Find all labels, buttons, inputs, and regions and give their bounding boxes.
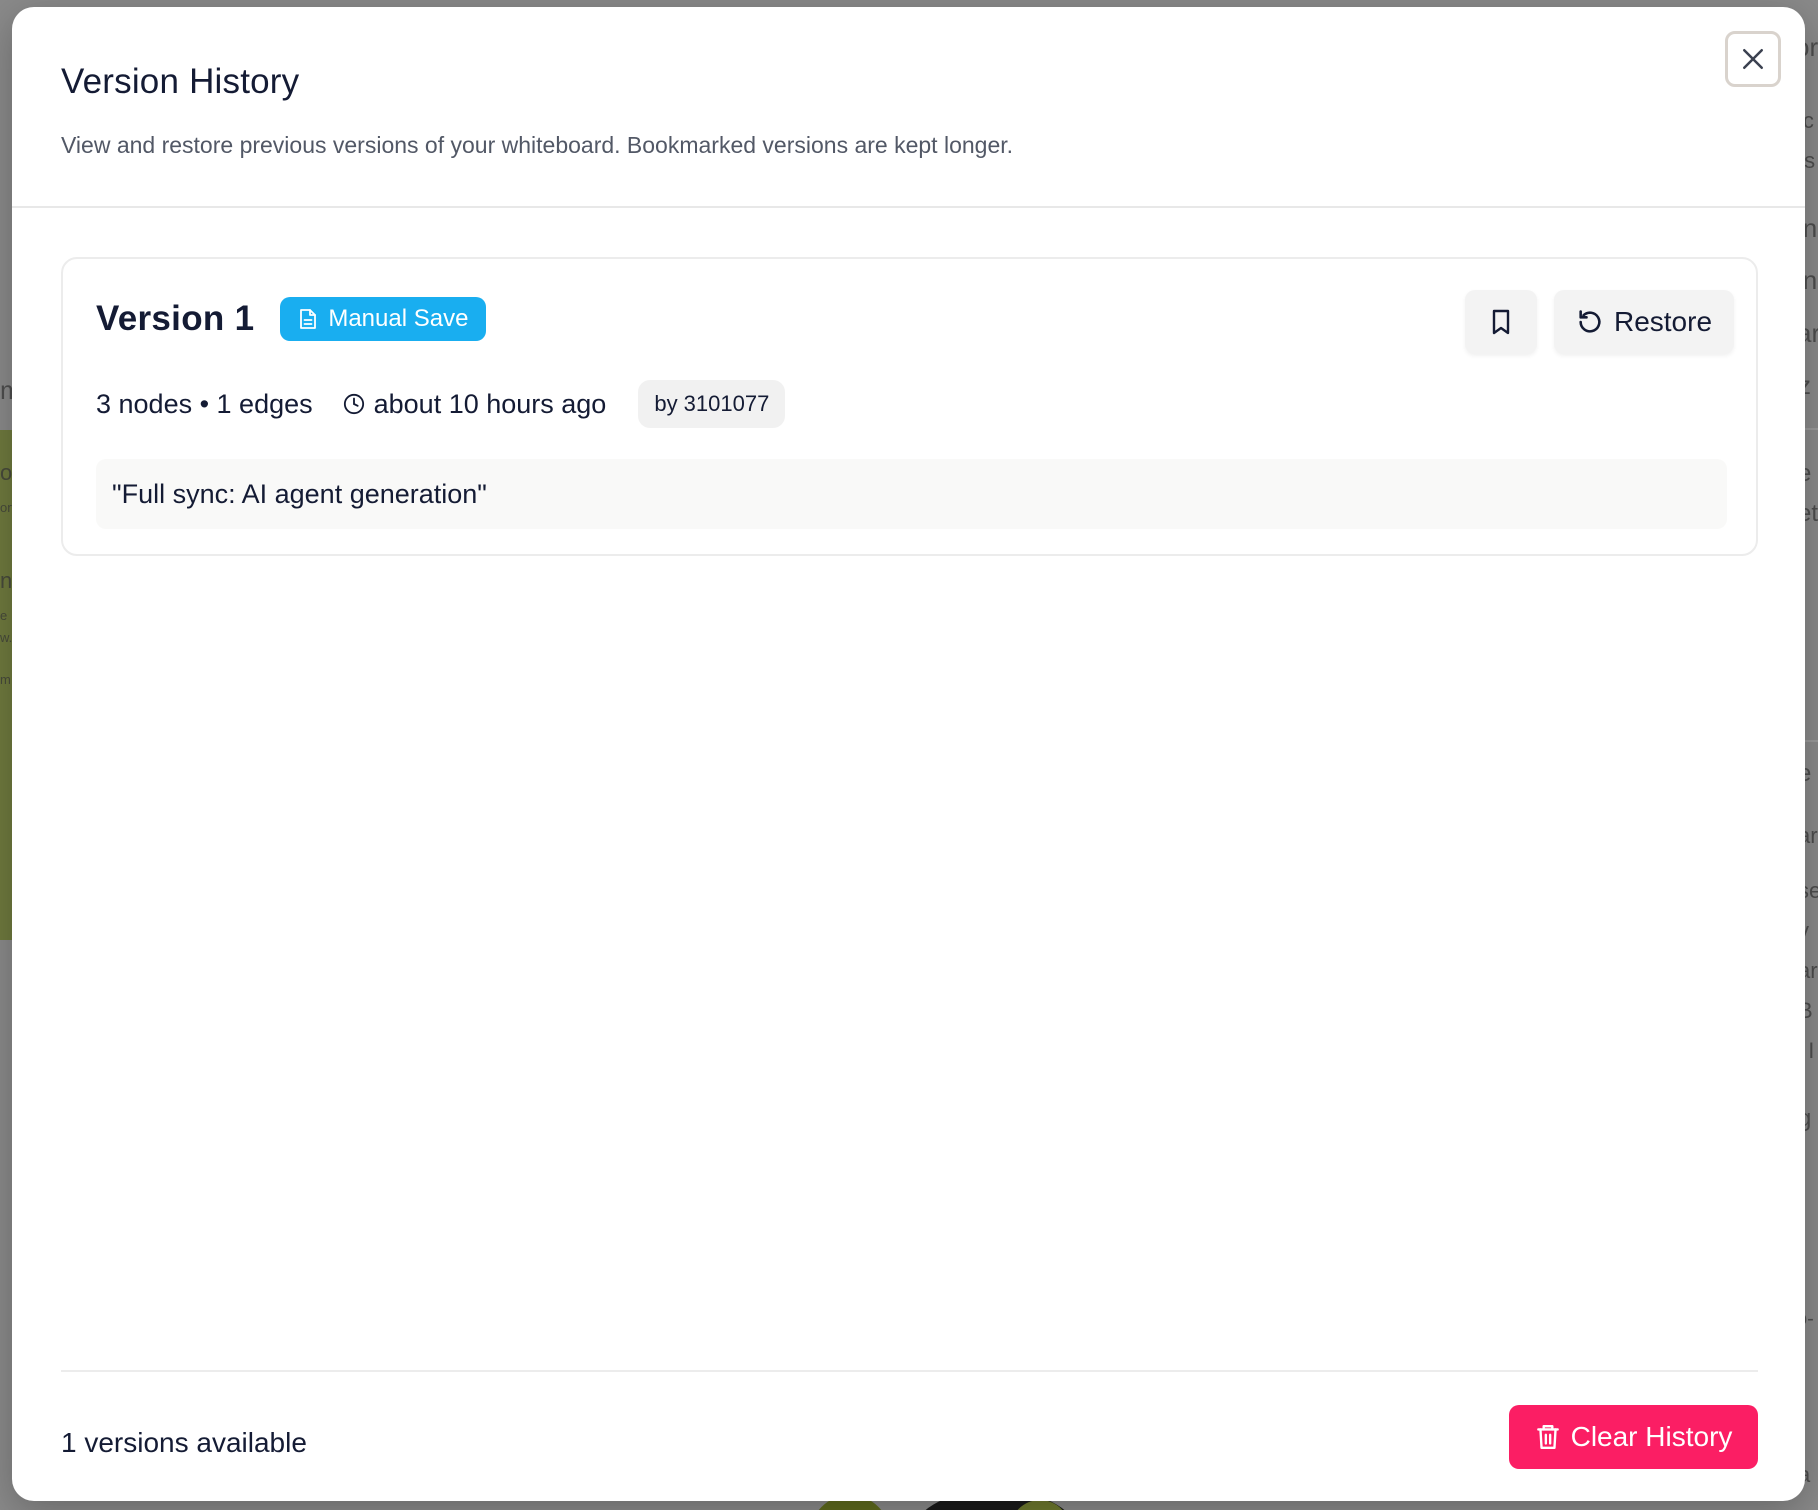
version-meta: 3 nodes • 1 edges about 10 hours ago by … <box>96 380 786 428</box>
background-text: w. <box>0 630 13 645</box>
version-card: Version 1 Manual Save Restore 3 nodes • … <box>61 257 1758 556</box>
author-badge: by 3101077 <box>638 380 786 428</box>
version-time-label: about 10 hours ago <box>373 388 607 419</box>
node-edge-count: 3 nodes • 1 edges <box>96 388 313 419</box>
version-title: Version 1 <box>96 299 255 338</box>
version-message: "Full sync: AI agent generation" <box>96 459 1727 529</box>
clock-icon <box>343 393 364 415</box>
clear-history-label: Clear History <box>1570 1421 1733 1452</box>
version-title-row: Version 1 Manual Save <box>96 297 487 341</box>
save-type-label: Manual Save <box>328 305 469 332</box>
versions-count: 1 versions available <box>61 1427 307 1458</box>
close-button[interactable] <box>1725 31 1781 87</box>
restore-icon <box>1579 310 1601 333</box>
clear-history-button[interactable]: Clear History <box>1509 1405 1758 1469</box>
close-icon <box>1743 49 1763 69</box>
footer-divider <box>61 1370 1758 1372</box>
document-icon <box>300 309 317 329</box>
bookmark-button[interactable] <box>1465 290 1537 354</box>
background-text: n <box>0 568 13 593</box>
dialog-subtitle: View and restore previous versions of yo… <box>61 132 1014 158</box>
trash-icon <box>1536 1425 1559 1449</box>
save-type-badge: Manual Save <box>280 297 487 341</box>
restore-button[interactable]: Restore <box>1554 290 1734 354</box>
bookmark-icon <box>1492 309 1510 335</box>
dialog-title: Version History <box>61 62 300 101</box>
restore-label: Restore <box>1613 306 1713 337</box>
dialog-header: Version History View and restore previou… <box>12 7 1805 208</box>
version-time: about 10 hours ago <box>343 388 607 420</box>
background-text: m <box>0 672 11 687</box>
version-history-dialog: Version History View and restore previou… <box>12 7 1805 1501</box>
background-text: e <box>0 608 8 623</box>
